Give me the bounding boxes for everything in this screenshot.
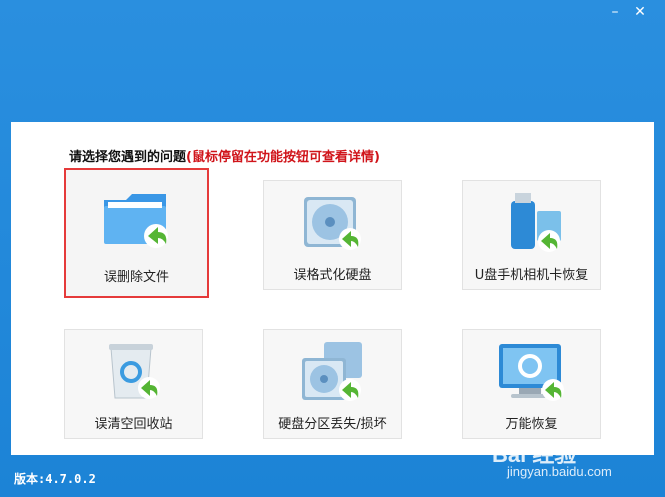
tile-label: 误格式化硬盘 bbox=[293, 268, 372, 283]
tile-label: U盘手机相机卡恢复 bbox=[474, 268, 589, 283]
tile-label: 硬盘分区丢失/损坏 bbox=[278, 417, 387, 432]
tile-formatted-disk[interactable]: 误格式化硬盘 bbox=[263, 180, 402, 290]
close-button[interactable]: ✕ bbox=[628, 2, 652, 22]
minimize-button[interactable]: – bbox=[603, 2, 627, 22]
prompt-main: 请选择您遇到的问题 bbox=[69, 150, 187, 165]
problem-prompt: 请选择您遇到的问题(鼠标停留在功能按钮可查看详情) bbox=[69, 146, 380, 165]
app-window: – ✕ 请选择您遇到的问题(鼠标停留在功能按钮可查看详情) 误删除文件 误格式化… bbox=[0, 0, 665, 497]
folder-restore-icon bbox=[104, 194, 168, 248]
monitor-restore-icon bbox=[499, 344, 564, 401]
version-label: 版本:4.7.0.2 bbox=[14, 472, 96, 486]
tile-label: 误清空回收站 bbox=[94, 417, 173, 432]
partition-restore-icon bbox=[302, 342, 362, 401]
tile-universal[interactable]: 万能恢复 bbox=[462, 329, 601, 439]
recovery-panel: 请选择您遇到的问题(鼠标停留在功能按钮可查看详情) 误删除文件 误格式化硬盘 U… bbox=[11, 122, 654, 455]
tile-deleted-files[interactable]: 误删除文件 bbox=[64, 168, 209, 298]
prompt-hint: (鼠标停留在功能按钮可查看详情) bbox=[186, 150, 380, 165]
tile-recycle-bin[interactable]: 误清空回收站 bbox=[64, 329, 203, 439]
tile-label: 误删除文件 bbox=[103, 270, 169, 285]
usb-card-restore-icon bbox=[511, 193, 561, 252]
recycle-bin-restore-icon bbox=[109, 344, 160, 399]
tile-partition[interactable]: 硬盘分区丢失/损坏 bbox=[263, 329, 402, 439]
watermark-url: jingyan.baidu.com bbox=[507, 464, 612, 479]
harddisk-restore-icon bbox=[304, 197, 361, 250]
tile-label: 万能恢复 bbox=[505, 417, 558, 432]
tile-usb-card[interactable]: U盘手机相机卡恢复 bbox=[462, 180, 601, 290]
